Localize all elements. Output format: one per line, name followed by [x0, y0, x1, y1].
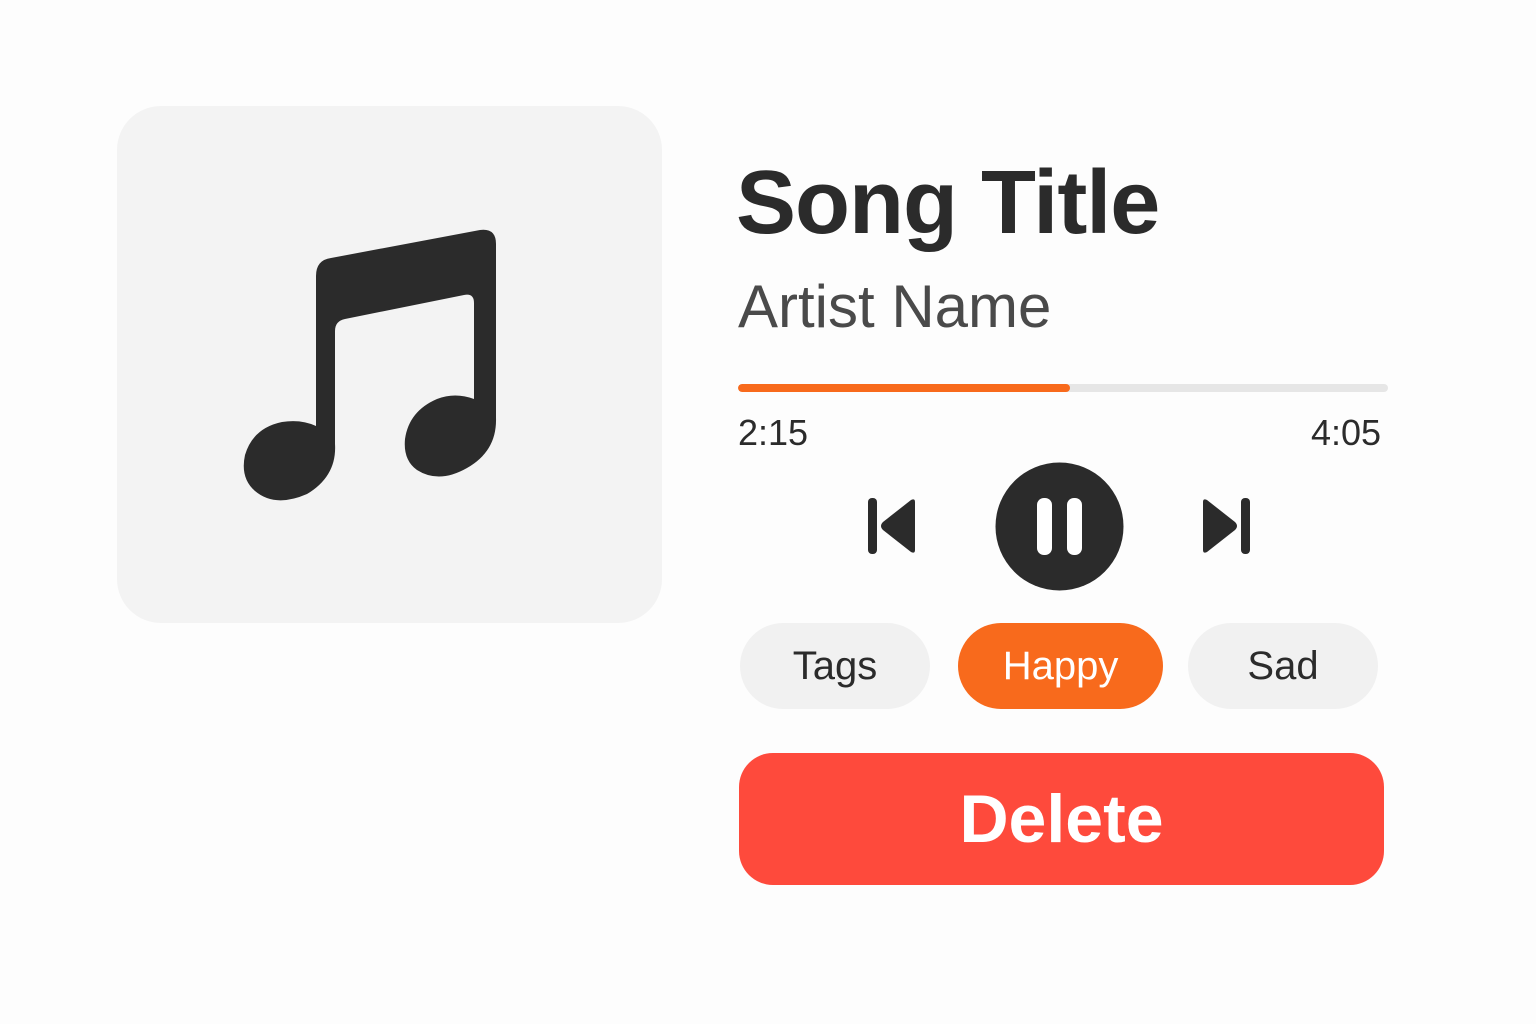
player-screen: Song Title Artist Name 2:15 4:05 Tags Ha… [0, 0, 1536, 1024]
song-title: Song Title [736, 153, 1160, 253]
delete-button[interactable]: Delete [739, 753, 1384, 885]
total-time: 4:05 [1311, 412, 1382, 453]
skip-next-icon [1203, 498, 1250, 554]
next-button[interactable] [1200, 496, 1252, 561]
tag-chip-happy[interactable]: Happy [958, 623, 1163, 709]
previous-button[interactable] [866, 496, 918, 561]
artist-name: Artist Name [738, 273, 1052, 340]
progress-bar-fill [738, 384, 1070, 392]
tag-chip-sad[interactable]: Sad [1188, 623, 1378, 709]
progress-bar[interactable] [738, 384, 1388, 392]
pause-icon [995, 462, 1124, 591]
elapsed-time: 2:15 [738, 412, 809, 453]
music-note-icon [243, 229, 497, 501]
skip-previous-icon [868, 498, 915, 554]
tag-chip-tags[interactable]: Tags [740, 623, 930, 709]
album-artwork [117, 106, 662, 623]
pause-button[interactable] [995, 462, 1124, 596]
